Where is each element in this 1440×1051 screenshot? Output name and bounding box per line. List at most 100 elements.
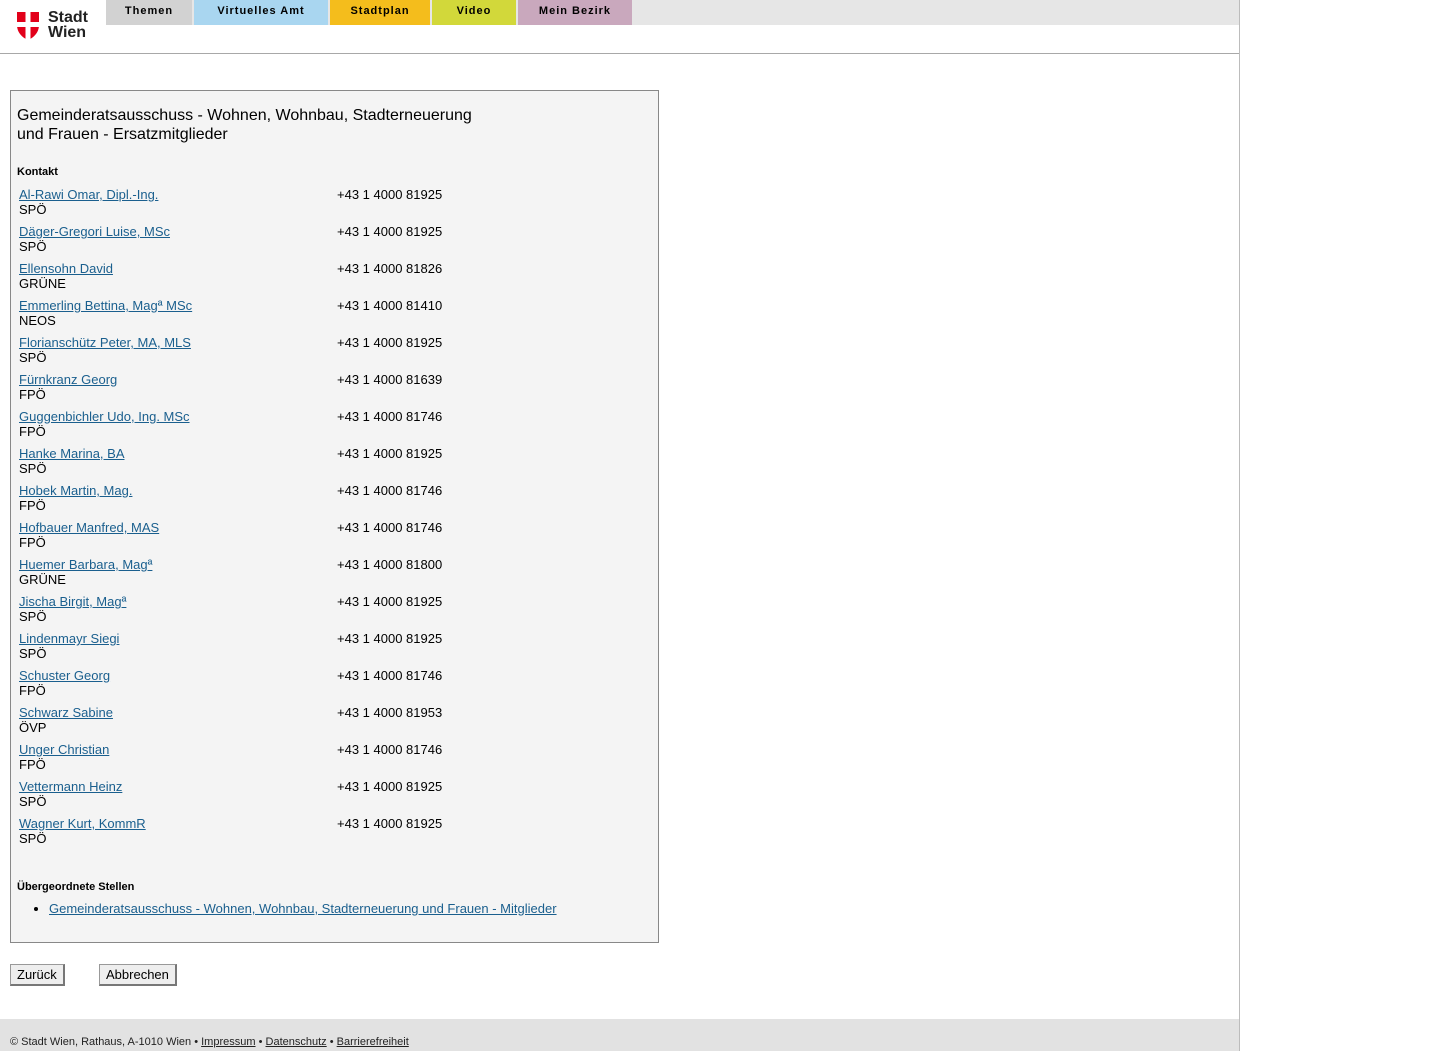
member-phone: +43 1 4000 81746 bbox=[337, 742, 443, 757]
footer-separator: • bbox=[258, 1036, 263, 1048]
member-name-link[interactable]: Däger-Gregori Luise, MSc bbox=[19, 224, 170, 239]
site-header: Stadt Wien Themen Virtuelles Amt Stadtpl… bbox=[0, 0, 1239, 54]
member-party: SPÖ bbox=[19, 239, 47, 254]
tab-mein-bezirk[interactable]: Mein Bezirk bbox=[518, 0, 632, 25]
member-name-link[interactable]: Schwarz Sabine bbox=[19, 705, 113, 720]
member-name-link[interactable]: Wagner Kurt, KommR bbox=[19, 816, 146, 831]
member-phone: +43 1 4000 81746 bbox=[337, 520, 443, 535]
member-row: Lindenmayr Siegi SPÖ +43 1 4000 81925 bbox=[19, 631, 639, 663]
member-party: SPÖ bbox=[19, 794, 47, 809]
member-phone: +43 1 4000 81746 bbox=[337, 668, 443, 683]
member-party: FPÖ bbox=[19, 683, 46, 698]
member-name-link[interactable]: Ellensohn David bbox=[19, 261, 113, 276]
member-phone: +43 1 4000 81925 bbox=[337, 335, 443, 350]
member-name-link[interactable]: Jischa Birgit, Magª bbox=[19, 594, 126, 609]
vienna-shield-icon bbox=[17, 12, 39, 40]
member-party: FPÖ bbox=[19, 498, 46, 513]
member-row: Hanke Marina, BA SPÖ +43 1 4000 81925 bbox=[19, 446, 639, 478]
tab-video[interactable]: Video bbox=[432, 0, 516, 25]
member-party: SPÖ bbox=[19, 646, 47, 661]
cancel-button[interactable]: Abbrechen bbox=[99, 964, 177, 986]
member-name-link[interactable]: Hanke Marina, BA bbox=[19, 446, 125, 461]
member-row: Jischa Birgit, Magª SPÖ +43 1 4000 81925 bbox=[19, 594, 639, 626]
member-party: FPÖ bbox=[19, 424, 46, 439]
member-row: Ellensohn David GRÜNE +43 1 4000 81826 bbox=[19, 261, 639, 293]
member-name-link[interactable]: Vettermann Heinz bbox=[19, 779, 122, 794]
member-name-link[interactable]: Huemer Barbara, Magª bbox=[19, 557, 152, 572]
member-name-link[interactable]: Lindenmayr Siegi bbox=[19, 631, 119, 646]
site-footer: © Stadt Wien, Rathaus, A-1010 Wien • Imp… bbox=[0, 1019, 1239, 1051]
member-name-link[interactable]: Hobek Martin, Mag. bbox=[19, 483, 132, 498]
member-phone: +43 1 4000 81746 bbox=[337, 483, 443, 498]
barrierefreiheit-link[interactable]: Barrierefreiheit bbox=[337, 1036, 409, 1048]
member-phone: +43 1 4000 81826 bbox=[337, 261, 443, 276]
member-row: Al-Rawi Omar, Dipl.-Ing. SPÖ +43 1 4000 81… bbox=[19, 187, 639, 219]
member-phone: +43 1 4000 81953 bbox=[337, 705, 443, 720]
member-phone: +43 1 4000 81925 bbox=[337, 446, 443, 461]
member-name-link[interactable]: Fürnkranz Georg bbox=[19, 372, 117, 387]
page-title: Gemeinderatsausschuss - Wohnen, Wohnbau,… bbox=[17, 106, 517, 144]
member-party: ÖVP bbox=[19, 720, 47, 735]
parent-list: Gemeinderatsausschuss - Wohnen, Wohnbau,… bbox=[33, 901, 557, 916]
member-row: Vettermann Heinz SPÖ +43 1 4000 81925 bbox=[19, 779, 639, 811]
member-name-link[interactable]: Schuster Georg bbox=[19, 668, 110, 683]
stadt-wien-logo[interactable]: Stadt Wien bbox=[16, 10, 96, 42]
member-row: Guggenbichler Udo, Ing. MSc FPÖ +43 1 4000… bbox=[19, 409, 639, 441]
member-phone: +43 1 4000 81746 bbox=[337, 409, 443, 424]
member-name-link[interactable]: Hofbauer Manfred, MAS bbox=[19, 520, 159, 535]
page-title-line-2: und Frauen - Ersatzmitglieder bbox=[17, 126, 228, 143]
member-phone: +43 1 4000 81925 bbox=[337, 594, 443, 609]
member-party: SPÖ bbox=[19, 202, 47, 217]
member-party: FPÖ bbox=[19, 387, 46, 402]
member-party: SPÖ bbox=[19, 609, 47, 624]
member-name-link[interactable]: Al-Rawi Omar, Dipl.-Ing. bbox=[19, 187, 158, 202]
contact-heading: Kontakt bbox=[17, 166, 58, 178]
main-nav: Themen Virtuelles Amt Stadtplan Video Me… bbox=[106, 0, 1239, 25]
tab-virtuelles-amt[interactable]: Virtuelles Amt bbox=[194, 0, 328, 25]
back-button[interactable]: Zurück bbox=[10, 964, 65, 986]
member-row: Fürnkranz Georg FPÖ +43 1 4000 81639 bbox=[19, 372, 639, 404]
member-name-link[interactable]: Unger Christian bbox=[19, 742, 109, 757]
member-name-link[interactable]: Florianschütz Peter, MA, MLS bbox=[19, 335, 191, 350]
member-phone: +43 1 4000 81925 bbox=[337, 187, 443, 202]
logo-text: Stadt Wien bbox=[48, 9, 88, 41]
member-row: Däger-Gregori Luise, MSc SPÖ +43 1 4000 81… bbox=[19, 224, 639, 256]
member-phone: +43 1 4000 81639 bbox=[337, 372, 443, 387]
committee-panel: Gemeinderatsausschuss - Wohnen, Wohnbau,… bbox=[10, 90, 659, 943]
page: Stadt Wien Themen Virtuelles Amt Stadtpl… bbox=[0, 0, 1240, 1051]
member-party: GRÜNE bbox=[19, 276, 66, 291]
member-phone: +43 1 4000 81925 bbox=[337, 224, 443, 239]
member-party: SPÖ bbox=[19, 350, 47, 365]
member-party: SPÖ bbox=[19, 831, 47, 846]
footer-text: © Stadt Wien, Rathaus, A-1010 Wien • Imp… bbox=[10, 1036, 409, 1048]
datenschutz-link[interactable]: Datenschutz bbox=[266, 1036, 327, 1048]
impressum-link[interactable]: Impressum bbox=[201, 1036, 255, 1048]
member-name-link[interactable]: Guggenbichler Udo, Ing. MSc bbox=[19, 409, 190, 424]
list-item: Gemeinderatsausschuss - Wohnen, Wohnbau,… bbox=[49, 901, 557, 916]
parent-link[interactable]: Gemeinderatsausschuss - Wohnen, Wohnbau,… bbox=[49, 901, 557, 916]
member-row: Hobek Martin, Mag. FPÖ +43 1 4000 81746 bbox=[19, 483, 639, 515]
member-party: FPÖ bbox=[19, 757, 46, 772]
tab-themen[interactable]: Themen bbox=[106, 0, 192, 25]
logo-line-1: Stadt bbox=[48, 9, 88, 26]
member-row: Unger Christian FPÖ +43 1 4000 81746 bbox=[19, 742, 639, 774]
member-row: Emmerling Bettina, Magª MSc NEOS +43 1 400… bbox=[19, 298, 639, 330]
tab-stadtplan[interactable]: Stadtplan bbox=[330, 0, 430, 25]
member-party: FPÖ bbox=[19, 535, 46, 550]
member-name-link[interactable]: Emmerling Bettina, Magª MSc bbox=[19, 298, 192, 313]
member-phone: +43 1 4000 81925 bbox=[337, 779, 443, 794]
copyright-text: © Stadt Wien, Rathaus, A-1010 Wien • bbox=[10, 1036, 199, 1048]
member-party: SPÖ bbox=[19, 461, 47, 476]
member-row: Schuster Georg FPÖ +43 1 4000 81746 bbox=[19, 668, 639, 700]
member-row: Florianschütz Peter, MA, MLS SPÖ +43 1 400… bbox=[19, 335, 639, 367]
member-phone: +43 1 4000 81410 bbox=[337, 298, 443, 313]
member-row: Hofbauer Manfred, MAS FPÖ +43 1 4000 81746 bbox=[19, 520, 639, 552]
footer-separator: • bbox=[329, 1036, 334, 1048]
member-row: Schwarz Sabine ÖVP +43 1 4000 81953 bbox=[19, 705, 639, 737]
logo-line-2: Wien bbox=[48, 24, 87, 41]
member-row: Wagner Kurt, KommR SPÖ +43 1 4000 81925 bbox=[19, 816, 639, 848]
member-phone: +43 1 4000 81925 bbox=[337, 816, 443, 831]
member-party: NEOS bbox=[19, 313, 56, 328]
member-phone: +43 1 4000 81925 bbox=[337, 631, 443, 646]
parent-heading: Übergeordnete Stellen bbox=[17, 881, 135, 893]
